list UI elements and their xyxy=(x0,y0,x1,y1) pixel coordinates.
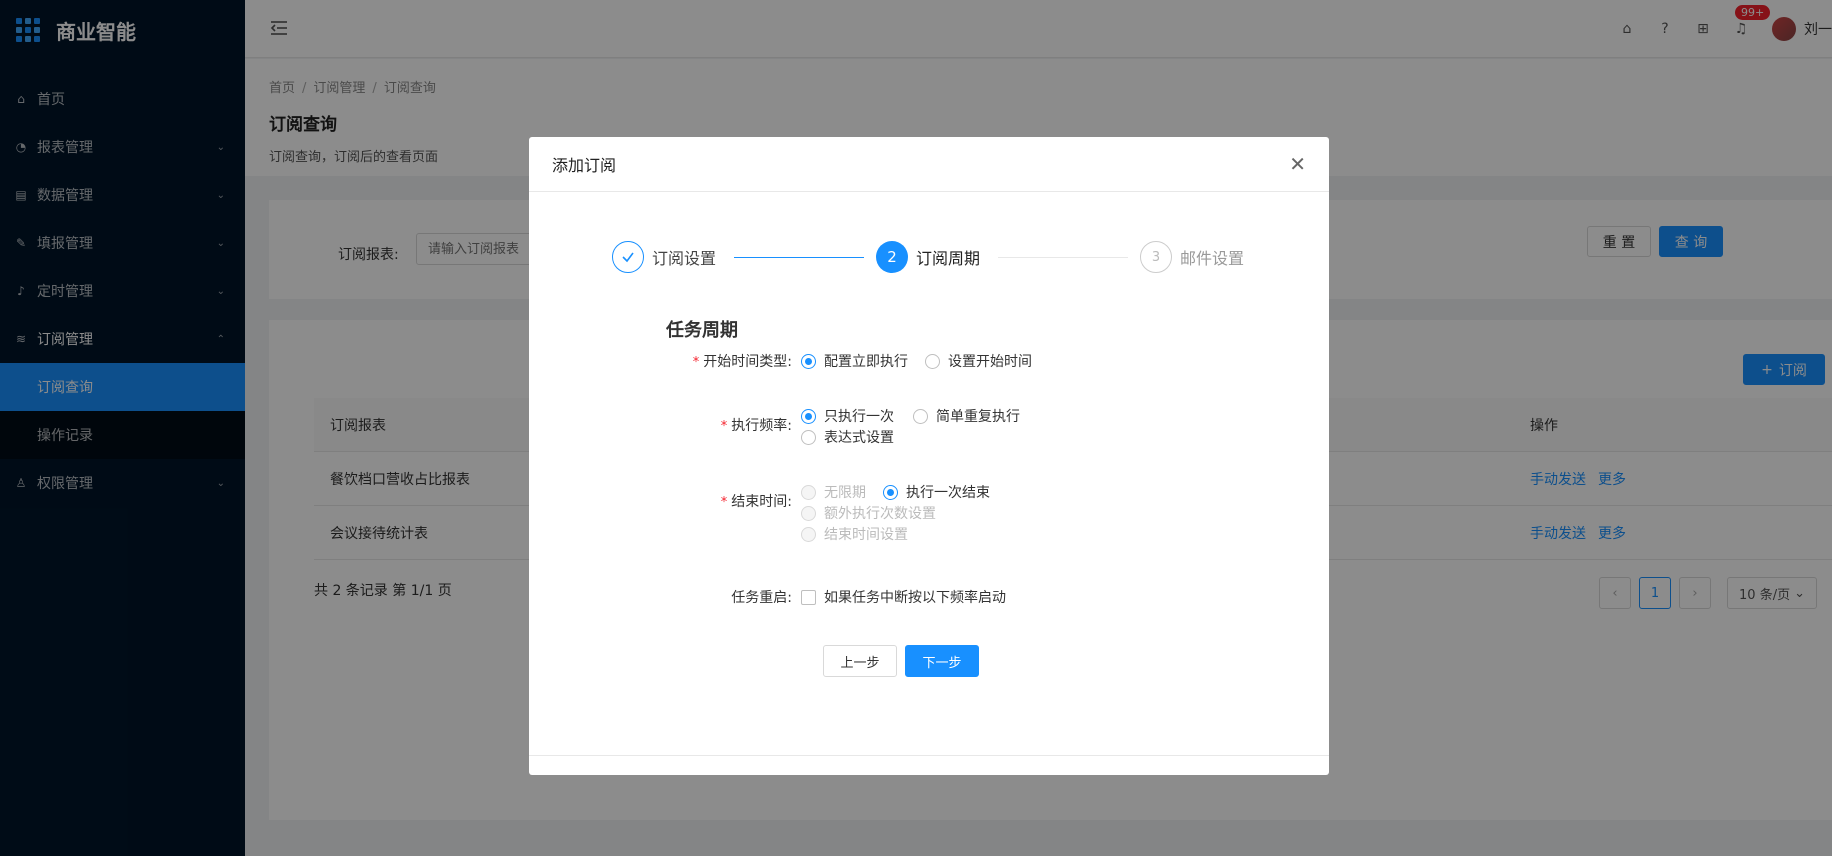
check-icon xyxy=(612,241,644,273)
step-subscription-settings: 订阅设置 xyxy=(612,241,716,273)
radio-frequency-repeat[interactable]: 简单重复执行 xyxy=(913,406,1020,426)
step-connector xyxy=(998,257,1128,258)
restart-checkbox[interactable]: 如果任务中断按以下频率启动 xyxy=(801,587,1006,607)
steps: 订阅设置 2 订阅周期 3 邮件设置 xyxy=(612,241,1252,273)
add-subscription-modal: 添加订阅 ✕ 订阅设置 2 订阅周期 3 邮件设置 任务周期 * 开始时间类型: … xyxy=(529,137,1329,775)
step-label: 订阅设置 xyxy=(652,249,717,268)
close-icon[interactable]: ✕ xyxy=(1289,152,1306,176)
radio-end-unlimited: 无限期 xyxy=(801,482,866,502)
end-time-label: * 结束时间: xyxy=(720,494,792,510)
step-subscription-cycle: 2 订阅周期 xyxy=(876,241,980,273)
restart-label: 任务重启: xyxy=(731,590,792,606)
step-number: 3 xyxy=(1140,241,1172,273)
radio-frequency-expression[interactable]: 表达式设置 xyxy=(801,427,894,447)
radio-end-extra-count: 额外执行次数设置 xyxy=(801,503,936,523)
radio-start-set-time[interactable]: 设置开始时间 xyxy=(925,351,1032,371)
modal-title: 添加订阅 xyxy=(552,156,617,175)
prev-step-button[interactable]: 上一步 xyxy=(823,645,897,677)
radio-end-by-time: 结束时间设置 xyxy=(801,524,908,544)
modal-header: 添加订阅 ✕ xyxy=(529,137,1329,192)
next-step-button[interactable]: 下一步 xyxy=(905,645,979,677)
frequency-label: * 执行频率: xyxy=(720,418,792,434)
start-type-label: * 开始时间类型: xyxy=(692,354,792,370)
step-label: 邮件设置 xyxy=(1180,249,1245,268)
step-connector xyxy=(734,257,864,258)
radio-start-immediate[interactable]: 配置立即执行 xyxy=(801,351,908,371)
step-number: 2 xyxy=(876,241,908,273)
radio-frequency-once[interactable]: 只执行一次 xyxy=(801,406,894,426)
section-title: 任务周期 xyxy=(666,320,738,341)
step-email-settings: 3 邮件设置 xyxy=(1140,241,1244,273)
radio-end-after-once[interactable]: 执行一次结束 xyxy=(883,482,990,502)
modal-footer xyxy=(529,755,1329,775)
step-label: 订阅周期 xyxy=(916,249,981,268)
